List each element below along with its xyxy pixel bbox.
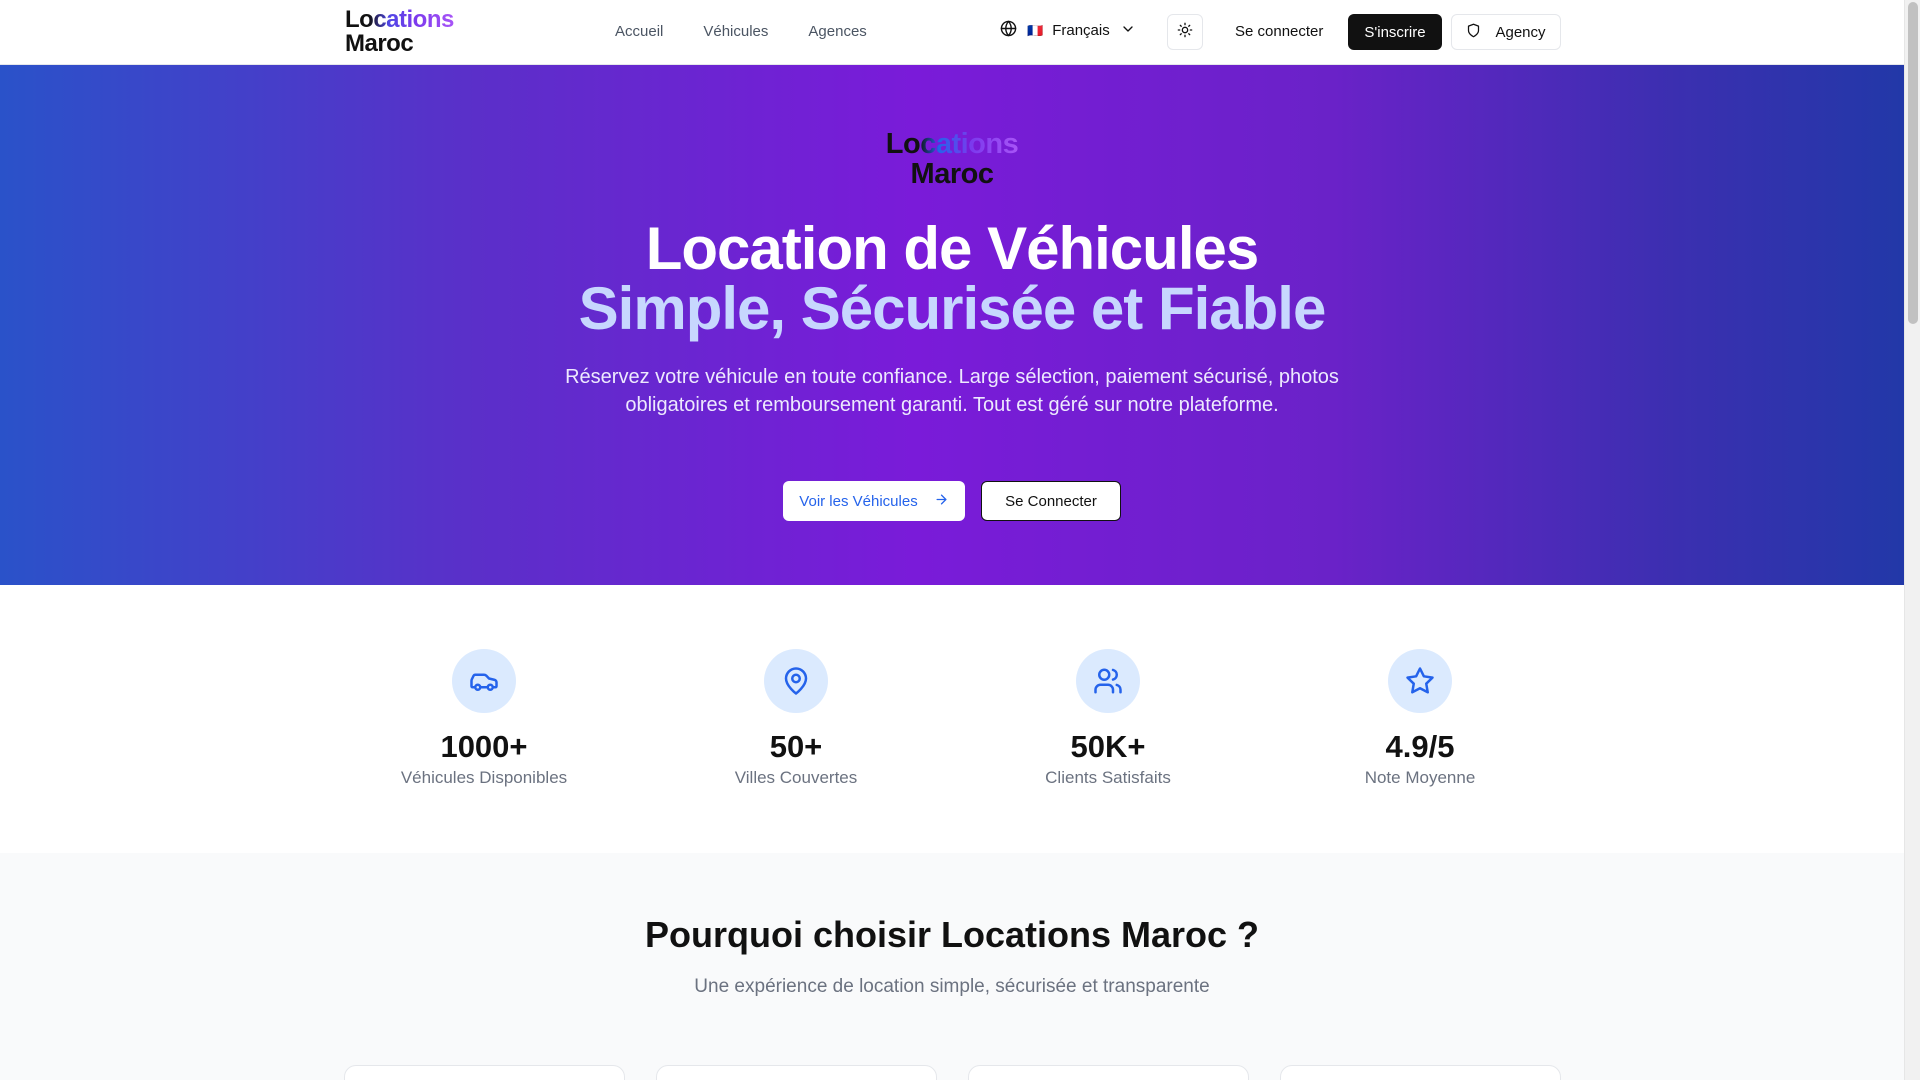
french-flag-icon: 🇫🇷 <box>1027 22 1043 38</box>
stat-value: 50+ <box>769 729 823 764</box>
feature-card <box>968 1065 1249 1080</box>
top-navbar: Locations Maroc Accueil Véhicules Agence… <box>0 0 1904 65</box>
shield-icon <box>1466 23 1481 42</box>
logo-line-1: Locations <box>345 6 454 33</box>
stat-clients: 50K+ Clients Satisfaits <box>968 649 1248 789</box>
stat-label: Note Moyenne <box>1364 768 1476 787</box>
nav-item-vehicules[interactable]: Véhicules <box>703 20 768 44</box>
page: Locations Maroc Accueil Véhicules Agence… <box>0 0 1904 1080</box>
stat-vehicles: 1000+ Véhicules Disponibles <box>344 649 624 789</box>
map-pin-icon <box>764 649 828 713</box>
arrow-right-icon <box>934 492 949 511</box>
feature-card <box>344 1065 625 1080</box>
feature-card <box>656 1065 937 1080</box>
stat-value: 4.9/5 <box>1385 729 1455 764</box>
theme-toggle-button[interactable] <box>1167 14 1203 50</box>
sun-icon <box>1177 22 1193 43</box>
agency-button[interactable]: Agency <box>1451 14 1561 50</box>
section-title: Pourquoi choisir Locations Maroc ? <box>644 914 1260 955</box>
hero-logo-line-1: Locations <box>885 128 1019 160</box>
feature-card <box>1280 1065 1561 1080</box>
hero-logo-line-2: Maroc <box>910 158 994 190</box>
nav-item-agences[interactable]: Agences <box>808 20 866 44</box>
nav-item-accueil[interactable]: Accueil <box>615 20 663 44</box>
chevron-down-icon <box>1120 21 1136 41</box>
why-choose-section: Pourquoi choisir Locations Maroc ? Une e… <box>0 853 1904 1080</box>
signup-button[interactable]: S'inscrire <box>1348 14 1442 50</box>
main-nav: Accueil Véhicules Agences <box>615 20 867 44</box>
logo-line-2: Maroc <box>345 30 414 57</box>
hero-title: Location de Véhicules <box>645 215 1260 282</box>
car-icon <box>452 649 516 713</box>
agency-label: Agency <box>1495 23 1546 41</box>
stat-label: Clients Satisfaits <box>1045 768 1171 787</box>
view-vehicles-label: Voir les Véhicules <box>799 492 918 510</box>
users-icon <box>1076 649 1140 713</box>
hero-section: Locations Maroc Location de Véhicules Si… <box>0 65 1904 585</box>
view-vehicles-button[interactable]: Voir les Véhicules <box>783 481 965 521</box>
stat-value: 50K+ <box>1070 729 1146 764</box>
language-label: Français <box>1052 22 1110 39</box>
hero-login-button[interactable]: Se Connecter <box>981 481 1121 521</box>
hero-subtitle: Simple, Sécurisée et Fiable <box>578 275 1327 342</box>
site-logo[interactable]: Locations Maroc <box>345 8 454 56</box>
login-link[interactable]: Se connecter <box>1235 20 1323 44</box>
scrollbar-thumb[interactable] <box>1908 2 1918 324</box>
hero-logo: Locations Maroc <box>0 129 1904 189</box>
stat-label: Villes Couvertes <box>734 768 858 787</box>
hero-description: Réservez votre véhicule en toute confian… <box>565 366 1339 416</box>
vertical-scrollbar[interactable] <box>1904 0 1920 1080</box>
stat-cities: 50+ Villes Couvertes <box>656 649 936 789</box>
stats-section: 1000+ Véhicules Disponibles 50+ Villes C… <box>0 585 1904 853</box>
language-selector[interactable]: 🇫🇷 Français <box>1000 20 1136 41</box>
stat-label: Véhicules Disponibles <box>400 768 568 787</box>
stat-value: 1000+ <box>440 729 528 764</box>
stat-rating: 4.9/5 Note Moyenne <box>1280 649 1560 789</box>
star-icon <box>1388 649 1452 713</box>
section-subtitle: Une expérience de location simple, sécur… <box>694 976 1210 997</box>
globe-icon <box>1000 20 1017 41</box>
